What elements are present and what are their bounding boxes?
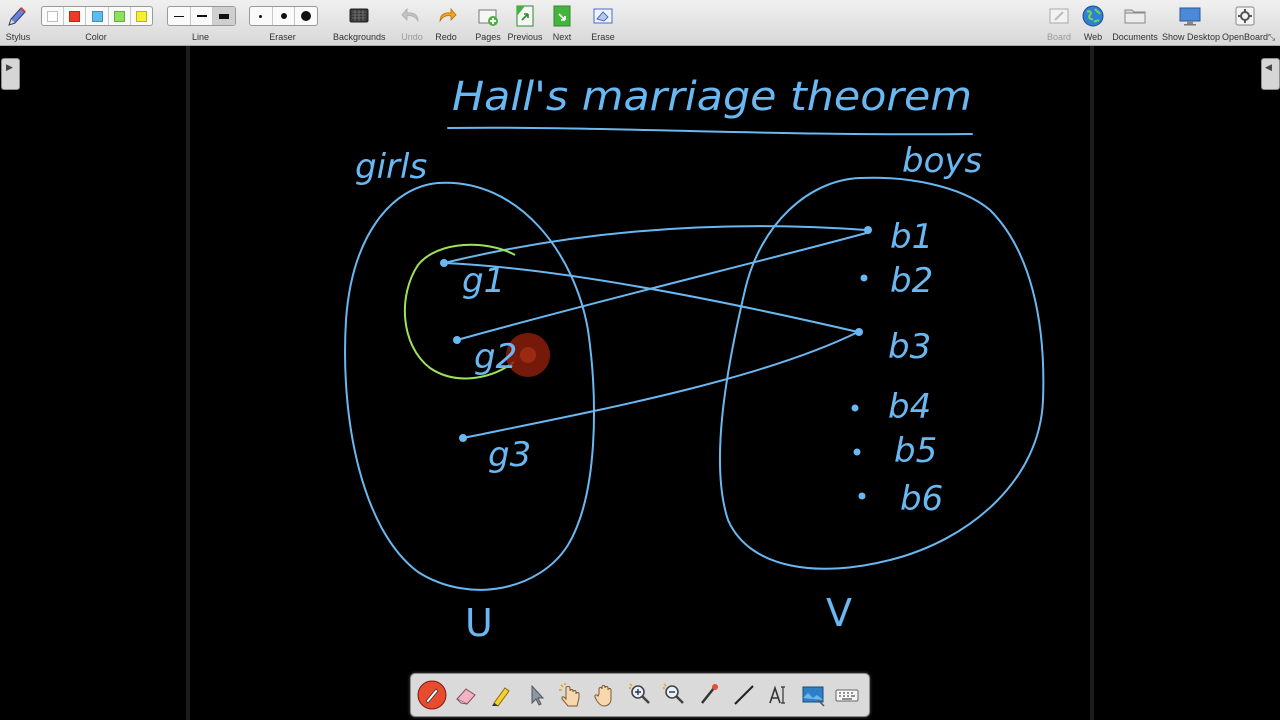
interact-tool-button[interactable] [555, 680, 585, 710]
backgrounds-button[interactable]: Backgrounds [333, 2, 386, 44]
main-toolbar: Stylus Color Line Eraser Backgrounds Und… [0, 0, 1280, 46]
openboard-label: OpenBoard [1222, 32, 1269, 42]
tool-dock [410, 673, 870, 717]
zoom-out-tool-button[interactable] [659, 680, 689, 710]
pen-tool-button[interactable] [417, 680, 447, 710]
pages-button[interactable]: Pages [472, 2, 504, 44]
add-page-icon [478, 9, 498, 26]
undo-button[interactable]: Undo [398, 2, 426, 44]
documents-label: Documents [1112, 32, 1158, 42]
line-group: Line [167, 2, 234, 44]
laser-pointer-icon [701, 684, 718, 704]
color-group: Color [41, 2, 151, 44]
line-icon [734, 685, 754, 705]
expand-right-icon: ◀ [1265, 62, 1272, 72]
previous-page-icon [516, 5, 534, 27]
undo-label: Undo [401, 32, 423, 42]
eraser-label: Eraser [269, 32, 296, 42]
board-label: Board [1046, 32, 1072, 42]
backgrounds-label: Backgrounds [333, 32, 386, 42]
zoom-out-icon [663, 683, 684, 704]
globe-icon [1082, 5, 1104, 27]
highlighter-icon [492, 687, 510, 707]
text-tool-button[interactable] [763, 680, 793, 710]
previous-label: Previous [507, 32, 543, 42]
color-label: Color [85, 32, 107, 42]
board-canvas[interactable] [0, 46, 1280, 720]
redo-button[interactable]: Redo [432, 2, 460, 44]
show-desktop-button[interactable]: Show Desktop [1162, 2, 1221, 44]
board-button[interactable]: Board [1043, 2, 1075, 44]
next-page-icon [553, 5, 571, 27]
gear-icon [1235, 6, 1255, 26]
openboard-menu-button[interactable]: OpenBoard [1222, 2, 1268, 44]
next-label: Next [552, 32, 572, 42]
desktop-icon [1179, 7, 1201, 26]
eraser-icon [456, 688, 476, 705]
expand-left-icon: ▶ [6, 62, 13, 72]
selector-tool-button[interactable] [521, 680, 551, 710]
documents-button[interactable]: Documents [1111, 2, 1159, 44]
zoom-in-tool-button[interactable] [625, 680, 655, 710]
stylus-button[interactable]: Stylus [2, 2, 34, 44]
backgrounds-icon [349, 8, 369, 23]
pen-icon [417, 680, 447, 710]
web-label: Web [1083, 32, 1103, 42]
hand-tool-button[interactable] [590, 680, 620, 710]
board-icon [1049, 8, 1069, 24]
erase-board-icon [593, 8, 613, 24]
capture-tool-button[interactable] [798, 680, 828, 710]
show-desktop-label: Show Desktop [1162, 32, 1221, 42]
undo-icon [401, 7, 419, 23]
page-edge-left [186, 46, 190, 720]
page-edge-right [1090, 46, 1094, 720]
line-label: Line [191, 32, 209, 42]
previous-page-button[interactable]: Previous [506, 2, 544, 44]
folder-icon [1124, 9, 1146, 24]
right-palette-toggle[interactable]: ◀ [1261, 58, 1280, 90]
window-resize-handle[interactable]: ⤡ [1268, 32, 1278, 42]
pointing-hand-icon [559, 683, 580, 707]
left-palette-toggle[interactable]: ▶ [1, 58, 20, 90]
stylus-label: Stylus [5, 32, 31, 42]
redo-icon [439, 7, 457, 23]
pages-label: Pages [475, 32, 501, 42]
highlighter-tool-button[interactable] [486, 680, 516, 710]
stylus-icon [8, 7, 26, 26]
line-tool-button[interactable] [729, 680, 759, 710]
screen-capture-icon [802, 686, 825, 707]
eraser-group: Eraser [249, 2, 316, 44]
laser-pointer-tool-button[interactable] [694, 680, 724, 710]
virtual-keyboard-tool-button[interactable] [832, 680, 862, 710]
next-page-button[interactable]: Next [547, 2, 577, 44]
erase-label: Erase [591, 32, 615, 42]
hand-icon [594, 685, 612, 707]
web-button[interactable]: Web [1079, 2, 1107, 44]
erase-button[interactable]: Erase [587, 2, 619, 44]
keyboard-icon [835, 689, 859, 702]
arrow-pointer-icon [531, 684, 545, 706]
zoom-in-icon [629, 683, 650, 704]
text-icon [769, 685, 785, 704]
eraser-tool-button[interactable] [451, 680, 481, 710]
redo-label: Redo [435, 32, 457, 42]
